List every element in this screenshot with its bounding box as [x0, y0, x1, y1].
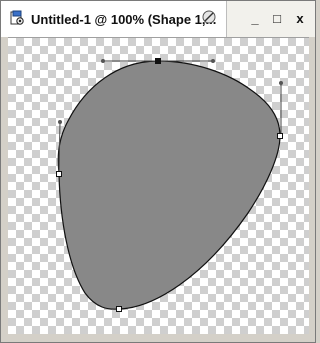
- minimize-button[interactable]: _: [247, 11, 263, 27]
- maximize-button[interactable]: □: [269, 11, 285, 27]
- title-bar[interactable]: Untitled-1 @ 100% (Shape 1,... _ □ x: [1, 1, 315, 37]
- transparent-canvas[interactable]: [8, 37, 309, 334]
- document-window: Untitled-1 @ 100% (Shape 1,... _ □ x: [0, 0, 316, 343]
- vector-canvas[interactable]: [8, 38, 309, 334]
- pin-icon[interactable]: [202, 10, 216, 24]
- window-title: Untitled-1 @ 100% (Shape 1,...: [31, 12, 217, 27]
- document-app-icon: [10, 10, 24, 25]
- close-button[interactable]: x: [292, 11, 308, 27]
- vector-shape[interactable]: [57, 60, 281, 310]
- document-tab[interactable]: Untitled-1 @ 100% (Shape 1,...: [1, 1, 227, 37]
